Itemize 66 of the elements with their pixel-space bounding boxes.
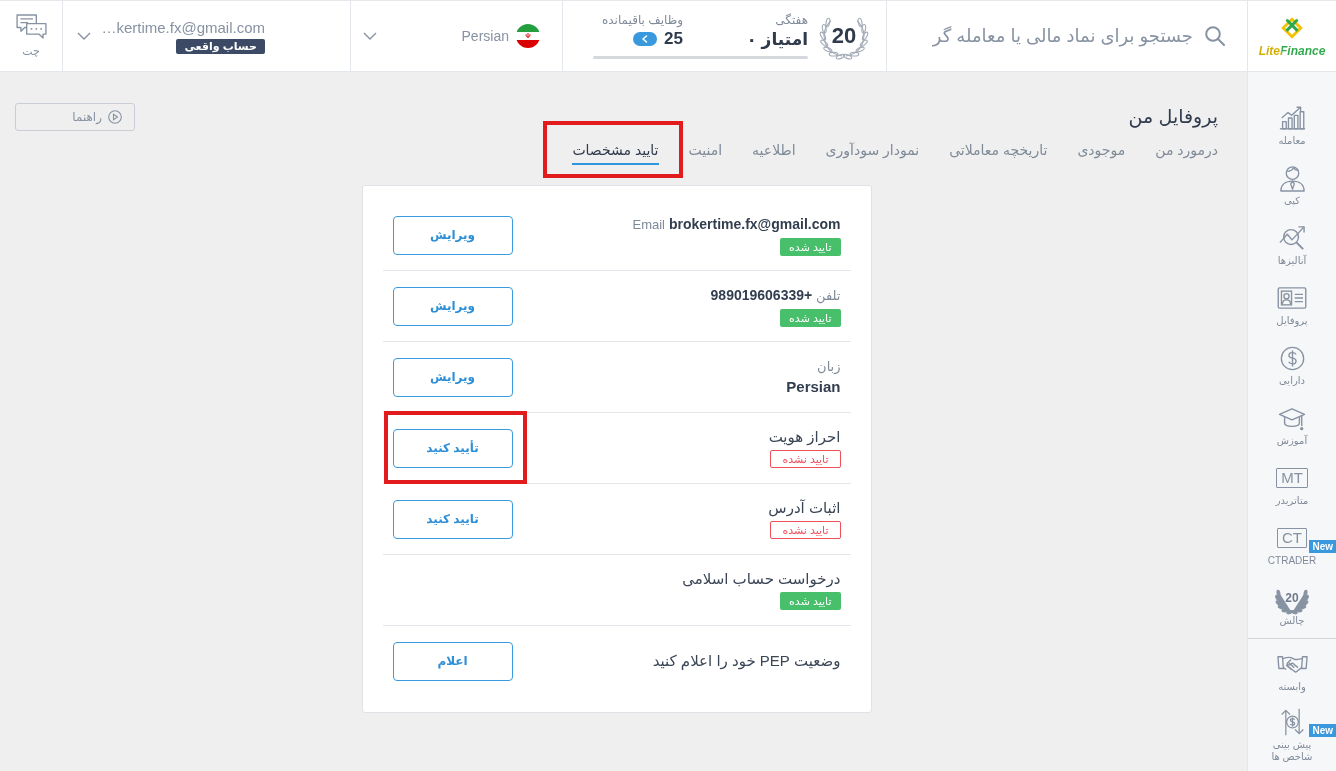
handshake-icon [1276,654,1308,674]
nav-item[interactable]: کپی [1248,164,1336,207]
id-card-icon [1277,287,1307,309]
row-title: احراز هویت [768,428,841,446]
action-button[interactable]: اعلام [392,641,513,681]
challenge-number: 20 [831,25,857,47]
field-value: brokertime.fx@gmail.com [668,215,841,232]
tab[interactable]: موجودی [1077,140,1126,165]
chat-button[interactable]: چت [0,1,62,71]
chart-magnifier-icon [1278,225,1306,251]
action-button[interactable]: ویرایش [392,286,513,326]
action-button[interactable]: ویرایش [392,357,513,397]
row-title: اثبات آدرس [768,499,841,517]
field-label: Email [632,216,665,232]
nav-item[interactable]: پروفایل [1248,284,1336,327]
field-value: Persian [786,378,841,395]
person-icon [1279,164,1305,192]
tab[interactable]: درمورد من [1155,140,1218,165]
dollar-arrows-icon [1279,707,1305,737]
graduation-cap-icon [1278,405,1306,431]
nav-item[interactable]: آموزش [1248,404,1336,447]
points-value: ۰ امتیاز [746,29,808,50]
row-title: وضعیت PEP خود را اعلام کنید [652,652,841,670]
tab[interactable]: امنیت [688,140,723,165]
nav-item[interactable]: دارایی [1248,344,1336,387]
nav-item[interactable]: وابسته [1248,650,1336,693]
verification-status: تایید نشده [770,450,841,468]
action-button[interactable]: تایید کنید [392,499,513,539]
row-title: درخواست حساب اسلامی [682,570,841,588]
chart-icon [1278,106,1306,130]
new-tag: New [1309,724,1336,737]
tab[interactable]: تایید مشخصات [572,140,659,165]
tab[interactable]: تاریخچه معاملاتی [949,140,1048,165]
field-label: تلفن [816,287,841,303]
action-button[interactable]: ویرایش [392,215,513,255]
flag-icon [516,24,540,48]
guide-button[interactable]: راهنما [15,103,135,131]
chevron-left-icon[interactable] [633,32,658,46]
brand-name: LiteFinance [1257,43,1327,58]
page-title: پروفایل من [1128,105,1218,130]
verification-status: تایید نشده [770,521,841,539]
chevron-down-icon [363,32,377,40]
verification-status: تایید شده [780,308,841,327]
language-dropdown[interactable]: Persian [350,1,562,71]
play-icon [108,110,122,124]
nav-item[interactable]: معامله [1248,104,1336,147]
verification-status: تایید شده [780,592,841,610]
chevron-down-icon [77,32,91,40]
platform-logo: MT [1276,468,1308,488]
tab[interactable]: نمودار سودآوری [825,140,920,165]
nav-item[interactable]: آنالیزها [1248,224,1336,267]
platform-logo: CT [1277,528,1307,548]
field-value: +989019606339 [710,286,813,303]
chat-icon [15,14,47,39]
dollar-icon [1279,345,1305,371]
search-field[interactable]: جستجو برای نماد مالی یا معامله گر [899,21,1193,51]
search-icon [1205,26,1225,46]
new-tag: New [1309,540,1336,553]
tasks-label: وظایف باقیمانده [602,13,683,27]
field-label: زبان [817,359,841,374]
period-label: هفتگی [775,13,808,27]
verification-status: تایید شده [780,237,841,256]
tab[interactable]: اطلاعیه [752,140,796,165]
tasks-count: 25 [664,29,683,49]
challenge-number: 20 [1285,592,1299,604]
account-type-tag: حساب واقعی [176,38,265,54]
